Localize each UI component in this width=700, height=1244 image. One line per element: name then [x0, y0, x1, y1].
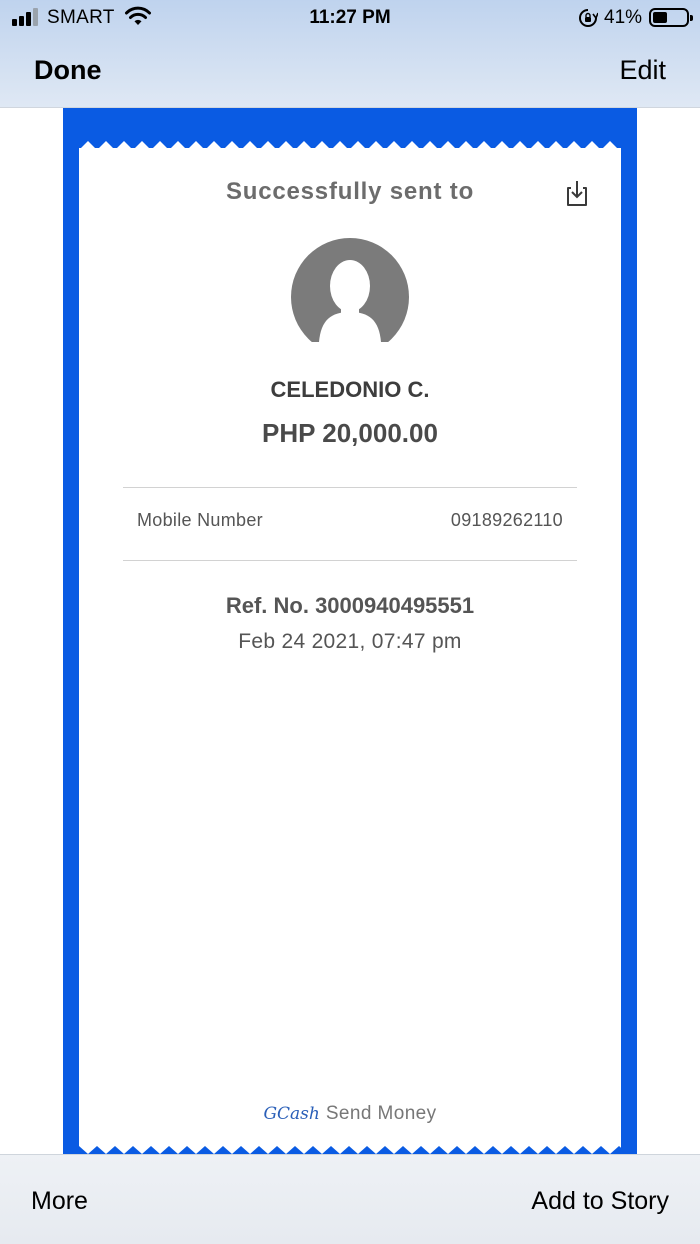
- add-to-story-button[interactable]: Add to Story: [531, 1187, 669, 1216]
- gcash-logo: GCash: [263, 1104, 320, 1124]
- bottom-toolbar: More Add to Story: [0, 1154, 700, 1244]
- recipient-name: CELEDONIO C.: [270, 377, 430, 402]
- done-button[interactable]: Done: [34, 55, 102, 86]
- edit-button[interactable]: Edit: [619, 55, 666, 86]
- service-name: Send Money: [325, 1103, 437, 1124]
- divider: [123, 487, 577, 488]
- amount-sent: PHP 20,000.00: [262, 418, 438, 448]
- orientation-lock-icon: [579, 9, 598, 27]
- receipt-title: Successfully sent to: [225, 178, 475, 205]
- download-icon: [567, 181, 587, 206]
- transaction-datetime: Feb 24 2021, 07:47 pm: [238, 630, 462, 653]
- reference-number: Ref. No. 3000940495551: [225, 593, 475, 618]
- default-avatar-icon: [291, 238, 409, 342]
- battery-icon: [649, 8, 693, 27]
- mobile-number-value: 09189262110: [450, 510, 563, 530]
- receipt-footer: GCash Send Money: [79, 1103, 621, 1125]
- top-chrome: SMART 11:27 PM 41% Done Edit: [0, 0, 700, 108]
- battery-percent: 41%: [604, 7, 643, 28]
- status-bar: SMART 11:27 PM 41%: [0, 0, 700, 36]
- mobile-number-label: Mobile Number: [137, 510, 263, 530]
- divider: [123, 560, 577, 561]
- more-button[interactable]: More: [31, 1187, 88, 1216]
